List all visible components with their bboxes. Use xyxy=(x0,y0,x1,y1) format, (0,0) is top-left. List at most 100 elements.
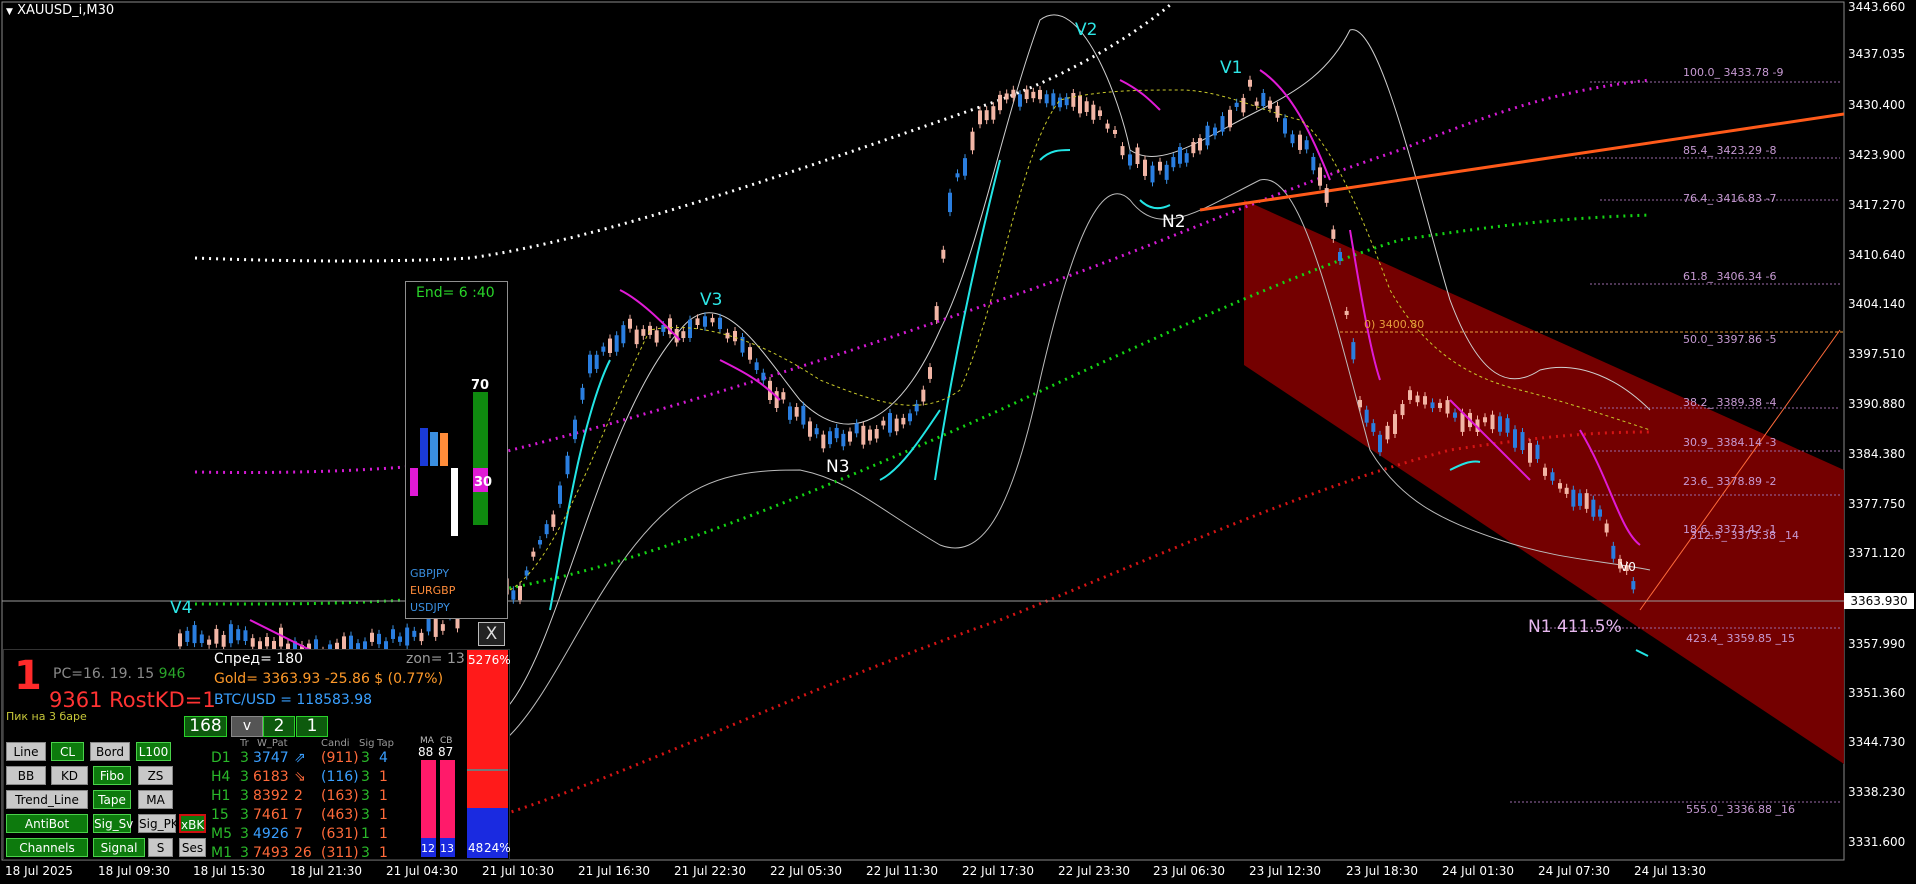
candle-body xyxy=(894,418,899,432)
antibot-button[interactable]: AntiBot xyxy=(6,814,88,833)
kd-label: RostKD=1 xyxy=(109,688,216,712)
peak-note: Пик на 3 баре xyxy=(6,710,87,723)
channels-button[interactable]: Channels xyxy=(6,838,88,857)
kd-button[interactable]: KD xyxy=(51,766,88,785)
time-tick-label: 24 Jul 01:30 xyxy=(1442,864,1514,878)
candle-body xyxy=(1018,94,1022,107)
candle-body xyxy=(178,633,182,647)
candle-body xyxy=(1331,229,1336,239)
pc-text: PC=16. 19. 15 xyxy=(53,666,155,682)
row-candi: (631) xyxy=(321,826,359,842)
candle-body xyxy=(688,319,692,338)
candle-body xyxy=(433,619,438,637)
candle-body xyxy=(1120,146,1125,156)
tape-button[interactable]: Tape xyxy=(93,790,131,809)
sig-pk-button[interactable]: Sig_PK xyxy=(138,814,179,833)
candle-body xyxy=(621,325,626,344)
candle-body xyxy=(801,405,806,425)
row-wpat-value: 6183 xyxy=(253,769,289,785)
candle-body xyxy=(978,110,982,125)
time-tick-label: 21 Jul 22:30 xyxy=(674,864,746,878)
row-sig: 1 xyxy=(361,826,370,842)
candle-body xyxy=(1234,102,1239,107)
timeframe-2[interactable]: 2 xyxy=(263,716,295,737)
candle-body xyxy=(1631,581,1636,590)
sig-sv-button[interactable]: Sig_Sv xyxy=(93,814,133,833)
row-candi: (163) xyxy=(321,788,359,804)
gbpjpy-bar xyxy=(420,428,428,466)
candle-body xyxy=(695,318,700,325)
wave-label-n3: N3 xyxy=(826,457,850,477)
candle-body xyxy=(207,639,212,645)
hdr-candi: Candi xyxy=(321,738,350,749)
info-panel: 1 PC=16. 19. 15 946 9361 RostKD=1 Пик на… xyxy=(3,649,511,861)
eurgbp-bar-a xyxy=(430,432,438,466)
candle-body xyxy=(185,630,190,642)
line-button[interactable]: Line xyxy=(6,742,46,761)
row-tap: 4 xyxy=(379,750,388,766)
close-button[interactable]: X xyxy=(478,622,505,646)
price-tick-label: 3404.140 xyxy=(1848,297,1906,311)
timeframe-168[interactable]: 168 xyxy=(184,716,227,737)
candle-body xyxy=(1024,89,1029,100)
timeframe-v[interactable]: v xyxy=(231,716,263,737)
ma-button[interactable]: MA xyxy=(138,790,173,809)
strength-divider xyxy=(467,769,508,771)
cb-value-bottom: 13 xyxy=(440,842,454,855)
candle-body xyxy=(1513,429,1517,448)
ma-value: 88 xyxy=(418,745,434,759)
candle-body xyxy=(580,387,585,400)
candle-body xyxy=(834,427,839,439)
time-tick-label: 22 Jul 23:30 xyxy=(1058,864,1130,878)
candle-body xyxy=(1171,157,1176,168)
candle-body xyxy=(1198,138,1202,151)
hdr-tr: Tr xyxy=(240,738,249,749)
signal-button[interactable]: Signal xyxy=(93,838,145,857)
candle-body xyxy=(748,347,752,360)
fibo-level-label: 23.6_ 3378.89 -2 xyxy=(1683,475,1777,488)
candle-body xyxy=(565,455,570,475)
l100-button[interactable]: L100 xyxy=(136,742,171,761)
fibo-level-label: 555.0_ 3336.88 _16 xyxy=(1686,803,1795,816)
price-tick-label: 3331.600 xyxy=(1848,835,1906,849)
candle-body xyxy=(608,338,612,353)
candle-body xyxy=(788,406,792,420)
bord-button[interactable]: Bord xyxy=(90,742,130,761)
time-tick-label: 18 Jul 09:30 xyxy=(98,864,170,878)
candle-body xyxy=(1213,127,1217,136)
candle-body xyxy=(1571,489,1576,507)
s-button[interactable]: S xyxy=(148,838,173,857)
candle-body xyxy=(558,485,562,504)
level-3400-label: 0) 3400.80 xyxy=(1364,318,1425,331)
bb-button[interactable]: BB xyxy=(6,766,46,785)
timeframe-1[interactable]: 1 xyxy=(296,716,328,737)
hdr-wpat: W_Pat xyxy=(257,738,288,749)
zs-button[interactable]: ZS xyxy=(138,766,173,785)
candle-body xyxy=(518,585,522,601)
row-tap: 1 xyxy=(379,788,388,804)
fibo-button[interactable]: Fibo xyxy=(93,766,131,785)
dropdown-arrow-icon[interactable]: ▼ xyxy=(6,7,13,17)
candle-body xyxy=(1113,129,1117,134)
candle-body xyxy=(524,570,529,576)
candle-body xyxy=(1543,467,1547,476)
strength-top-pct: 76% xyxy=(484,653,511,667)
candle-body xyxy=(654,330,659,343)
ses-button[interactable]: Ses xyxy=(179,838,206,857)
candle-body xyxy=(1228,109,1232,128)
row-tap: 1 xyxy=(379,769,388,785)
candle-body xyxy=(874,429,879,439)
trend-line-button[interactable]: Trend_Line xyxy=(6,790,88,809)
xbk-button[interactable]: xBK xyxy=(179,814,206,833)
wave-label-v3: V3 xyxy=(700,290,723,310)
candle-body xyxy=(511,590,516,600)
row-candi: (911) xyxy=(321,750,359,766)
candle-body xyxy=(1051,93,1056,106)
row-tr: 3 xyxy=(240,845,249,861)
candle-body xyxy=(1358,399,1362,408)
cl-button[interactable]: CL xyxy=(51,742,84,761)
price-tick-label: 3357.990 xyxy=(1848,637,1906,651)
small-magenta-bar xyxy=(410,468,418,496)
signal-number: 1 xyxy=(14,653,42,699)
candle-body xyxy=(1184,153,1189,163)
